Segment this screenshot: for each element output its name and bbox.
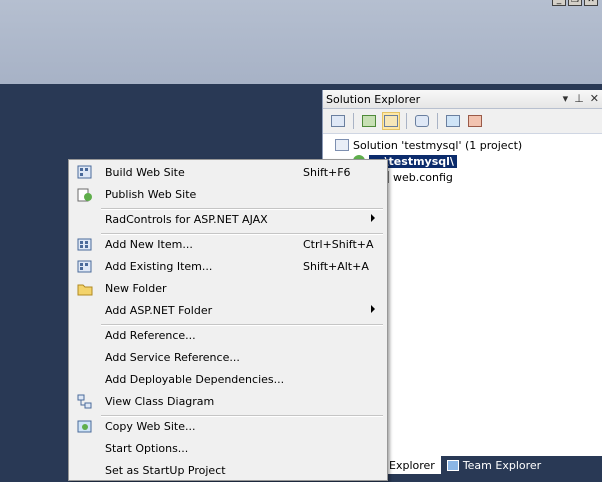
minimize-icon[interactable]: _ bbox=[552, 0, 566, 6]
restore-icon[interactable]: ❐ bbox=[568, 0, 582, 6]
menu-item-label: New Folder bbox=[105, 282, 167, 295]
menu-item-copy-web-site[interactable]: Copy Web Site... bbox=[71, 416, 385, 438]
menu-item-add-reference[interactable]: Add Reference... bbox=[71, 325, 385, 347]
submenu-arrow-icon bbox=[371, 214, 375, 222]
solution-explorer-title-bar: Solution Explorer ▾ ⊥ ✕ bbox=[323, 90, 602, 109]
file-label: web.config bbox=[393, 170, 453, 184]
refresh-icon[interactable] bbox=[360, 112, 378, 130]
toolbar-separator bbox=[437, 113, 438, 129]
new-item-icon bbox=[77, 237, 93, 253]
menu-item-label: Add ASP.NET Folder bbox=[105, 304, 213, 317]
menu-item-label: Add Reference... bbox=[105, 329, 196, 342]
dropdown-arrow-icon[interactable]: ▾ bbox=[563, 92, 569, 105]
solution-explorer-toolbar bbox=[323, 109, 602, 134]
menu-item-view-class-diagram[interactable]: View Class Diagram bbox=[71, 391, 385, 413]
menu-item-radcontrols[interactable]: RadControls for ASP.NET AJAX bbox=[71, 209, 385, 231]
view-class-diagram-toolbar-icon[interactable] bbox=[413, 112, 431, 130]
menu-item-shortcut: Shift+F6 bbox=[303, 166, 351, 179]
tab-solution-explorer-label: Explorer bbox=[389, 458, 435, 472]
asp-net-configuration-icon[interactable] bbox=[466, 112, 484, 130]
tab-team-explorer[interactable]: Team Explorer bbox=[441, 456, 547, 474]
menu-item-add-asp-net-folder[interactable]: Add ASP.NET Folder bbox=[71, 300, 385, 322]
menu-item-label: RadControls for ASP.NET AJAX bbox=[105, 213, 268, 226]
menu-item-shortcut: Shift+Alt+A bbox=[303, 260, 369, 273]
copy-web-icon bbox=[77, 419, 93, 435]
menu-item-build-web-site[interactable]: Build Web Site Shift+F6 bbox=[71, 162, 385, 184]
solution-label: Solution 'testmysql' (1 project) bbox=[353, 138, 523, 152]
menu-item-shortcut: Ctrl+Shift+A bbox=[303, 238, 374, 251]
folder-icon bbox=[77, 281, 93, 297]
publish-icon bbox=[77, 187, 93, 203]
nest-related-files-icon[interactable] bbox=[382, 112, 400, 130]
menu-item-label: Set as StartUp Project bbox=[105, 464, 226, 477]
solution-icon bbox=[335, 139, 349, 151]
menu-item-label: Add Deployable Dependencies... bbox=[105, 373, 285, 386]
tree-item-web-config[interactable]: web.config bbox=[379, 169, 453, 185]
menu-item-label: Build Web Site bbox=[105, 166, 185, 179]
context-menu: Build Web Site Shift+F6 Publish Web Site… bbox=[68, 159, 388, 481]
menu-item-add-new-item[interactable]: Add New Item... Ctrl+Shift+A bbox=[71, 234, 385, 256]
menu-item-label: View Class Diagram bbox=[105, 395, 215, 408]
close-panel-icon[interactable]: ✕ bbox=[590, 92, 599, 105]
tab-team-explorer-label: Team Explorer bbox=[462, 458, 542, 472]
menu-item-label: Start Options... bbox=[105, 442, 189, 455]
menu-item-label: Add New Item... bbox=[105, 238, 193, 251]
menu-item-label: Copy Web Site... bbox=[105, 420, 196, 433]
menu-item-label: Add Existing Item... bbox=[105, 260, 213, 273]
existing-item-icon bbox=[77, 259, 93, 275]
toolbar-separator bbox=[353, 113, 354, 129]
tree-item-solution[interactable]: Solution 'testmysql' (1 project) bbox=[335, 137, 522, 153]
window-controls: _ ❐ ✕ bbox=[552, 0, 598, 6]
properties-icon[interactable] bbox=[329, 112, 347, 130]
team-explorer-icon bbox=[446, 459, 459, 471]
class-diagram-icon bbox=[77, 394, 93, 410]
ide-top-area: _ ❐ ✕ bbox=[0, 0, 602, 84]
build-icon bbox=[77, 165, 93, 181]
menu-item-set-as-startup-project[interactable]: Set as StartUp Project bbox=[71, 460, 385, 482]
menu-item-add-service-reference[interactable]: Add Service Reference... bbox=[71, 347, 385, 369]
menu-item-add-existing-item[interactable]: Add Existing Item... Shift+Alt+A bbox=[71, 256, 385, 278]
menu-item-publish-web-site[interactable]: Publish Web Site bbox=[71, 184, 385, 206]
menu-item-new-folder[interactable]: New Folder bbox=[71, 278, 385, 300]
menu-item-label: Publish Web Site bbox=[105, 188, 197, 201]
close-icon[interactable]: ✕ bbox=[584, 0, 598, 6]
submenu-arrow-icon bbox=[371, 305, 375, 313]
menu-item-add-deployable-dependencies[interactable]: Add Deployable Dependencies... bbox=[71, 369, 385, 391]
menu-item-label: Add Service Reference... bbox=[105, 351, 240, 364]
pin-icon[interactable]: ⊥ bbox=[574, 92, 584, 105]
copy-web-site-toolbar-icon[interactable] bbox=[444, 112, 462, 130]
menu-item-start-options[interactable]: Start Options... bbox=[71, 438, 385, 460]
panel-title: Solution Explorer bbox=[326, 92, 421, 106]
toolbar-separator bbox=[406, 113, 407, 129]
